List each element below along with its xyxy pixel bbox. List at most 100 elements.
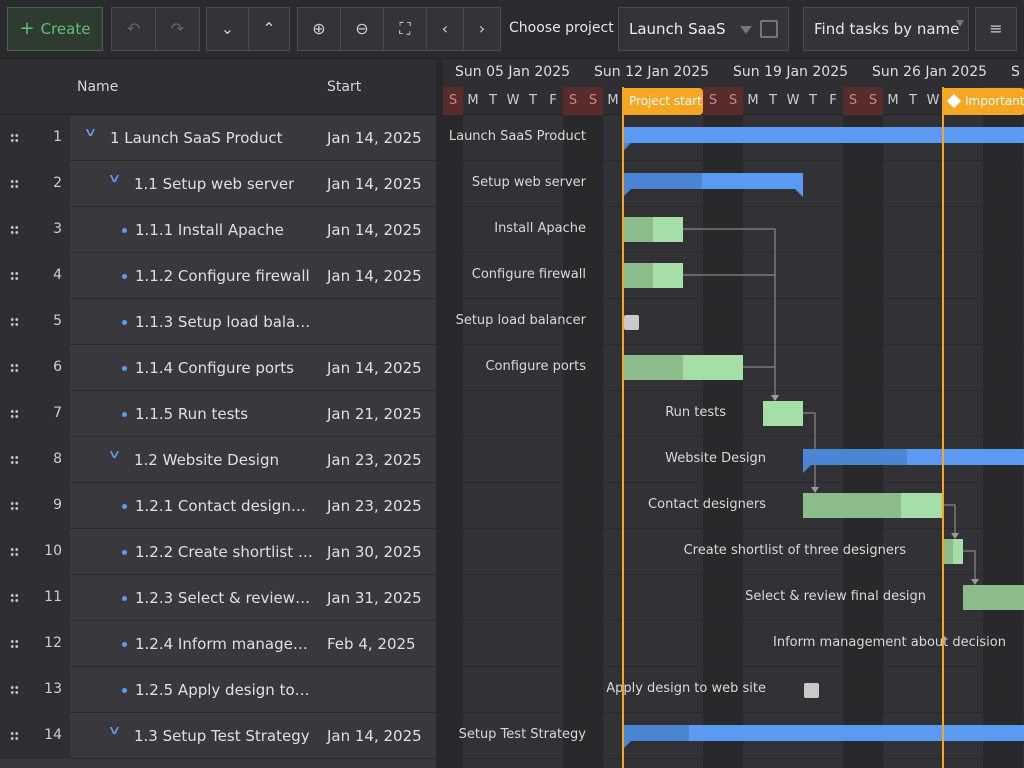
task-start-date[interactable]: Jan 23, 2025 [327, 497, 422, 515]
collapse-all-button[interactable]: ⌃ [248, 7, 290, 51]
task-bar[interactable] [623, 263, 683, 288]
drag-handle-icon[interactable] [10, 685, 19, 695]
chevron-down-icon[interactable]: ∨ [107, 723, 121, 737]
parent-task-bar[interactable] [803, 449, 1024, 473]
task-start-date[interactable]: Jan 14, 2025 [327, 129, 422, 147]
task-start-date[interactable]: Jan 14, 2025 [327, 359, 422, 377]
drag-handle-icon[interactable] [10, 501, 19, 511]
table-row[interactable]: 4 1.1.2 Configure firewall Jan 14, 2025 [0, 253, 436, 299]
drag-handle-icon[interactable] [10, 731, 19, 741]
task-bar[interactable] [623, 355, 743, 380]
task-name[interactable]: 1.1.3 Setup load balan… [135, 313, 314, 331]
time-range-flag[interactable]: Important [943, 88, 1024, 115]
task-name[interactable]: 1.2.1 Contact designers [135, 497, 314, 515]
task-bar[interactable] [623, 217, 683, 242]
parent-task-bar[interactable] [623, 173, 803, 197]
task-start-date[interactable]: Jan 14, 2025 [327, 267, 422, 285]
drag-handle-icon[interactable] [10, 547, 19, 557]
time-range-flag[interactable]: Project start [623, 88, 703, 115]
table-row[interactable]: 5 1.1.3 Setup load balan… [0, 299, 436, 345]
row-handle[interactable]: 9 [0, 483, 70, 529]
chevron-down-icon[interactable]: ∨ [83, 125, 97, 139]
table-row[interactable]: 12 1.2.4 Inform manage… Feb 4, 2025 [0, 621, 436, 667]
dependency-line[interactable] [963, 550, 976, 581]
table-row[interactable]: 9 1.2.1 Contact designers Jan 23, 2025 [0, 483, 436, 529]
task-name[interactable]: 1.1.5 Run tests [135, 405, 248, 423]
grid-splitter[interactable] [436, 59, 443, 768]
zoom-in-button[interactable]: ⊕ [297, 7, 341, 51]
task-start-date[interactable]: Jan 23, 2025 [327, 451, 422, 469]
column-header-start[interactable]: Start [327, 79, 361, 95]
table-row[interactable]: 2 ∨ 1.1 Setup web server Jan 14, 2025 [0, 161, 436, 207]
task-name[interactable]: 1.2.2 Create shortlist o… [135, 543, 314, 561]
table-row[interactable]: 1 ∨ 1 Launch SaaS Product Jan 14, 2025 [0, 115, 436, 161]
task-name[interactable]: 1.3 Setup Test Strategy [134, 727, 310, 745]
task-start-date[interactable]: Jan 14, 2025 [327, 175, 422, 193]
drag-handle-icon[interactable] [10, 271, 19, 281]
create-button[interactable]: + Create [7, 7, 103, 51]
undo-button[interactable]: ↶ [111, 7, 156, 51]
row-handle[interactable]: 14 [0, 713, 70, 759]
drag-handle-icon[interactable] [10, 363, 19, 373]
table-row[interactable]: 10 1.2.2 Create shortlist o… Jan 30, 2025 [0, 529, 436, 575]
row-handle[interactable]: 11 [0, 575, 70, 621]
task-start-date[interactable]: Jan 21, 2025 [327, 405, 422, 423]
dropdown-icon[interactable] [740, 26, 752, 34]
row-handle[interactable]: 5 [0, 299, 70, 345]
task-name[interactable]: 1.2.5 Apply design to … [135, 681, 314, 699]
zoom-to-fit-button[interactable]: ⛶ [383, 7, 427, 51]
chevron-down-icon[interactable]: ∨ [107, 447, 121, 461]
task-name[interactable]: 1.2.4 Inform manage… [135, 635, 308, 653]
task-name[interactable]: 1.1 Setup web server [134, 175, 294, 193]
calendar-icon[interactable] [624, 315, 639, 330]
parent-task-bar[interactable] [623, 127, 1024, 151]
expand-all-button[interactable]: ⌄ [206, 7, 249, 51]
table-row[interactable]: 13 1.2.5 Apply design to … [0, 667, 436, 713]
row-handle[interactable]: 2 [0, 161, 70, 207]
task-bar[interactable] [763, 401, 803, 426]
row-handle[interactable]: 6 [0, 345, 70, 391]
task-name[interactable]: 1 Launch SaaS Product [110, 129, 283, 147]
drag-handle-icon[interactable] [10, 593, 19, 603]
redo-button[interactable]: ↷ [155, 7, 200, 51]
task-start-date[interactable]: Feb 4, 2025 [327, 635, 416, 653]
drag-handle-icon[interactable] [10, 317, 19, 327]
task-start-date[interactable]: Jan 31, 2025 [327, 589, 422, 607]
chevron-down-icon[interactable]: ∨ [107, 171, 121, 185]
row-handle[interactable]: 12 [0, 621, 70, 667]
dependency-line[interactable] [943, 504, 956, 535]
task-name[interactable]: 1.2 Website Design [134, 451, 279, 469]
next-timespan-button[interactable]: › [463, 7, 501, 51]
row-handle[interactable]: 8 [0, 437, 70, 483]
table-row[interactable]: 7 1.1.5 Run tests Jan 21, 2025 [0, 391, 436, 437]
calendar-icon[interactable] [804, 683, 819, 698]
drag-handle-icon[interactable] [10, 409, 19, 419]
task-bar[interactable] [803, 493, 943, 518]
column-header-name[interactable]: Name [77, 79, 118, 95]
project-combo[interactable]: Launch SaaS [618, 7, 789, 51]
table-row[interactable]: 11 1.2.3 Select & review fi… Jan 31, 2025 [0, 575, 436, 621]
task-name[interactable]: 1.2.3 Select & review fi… [135, 589, 314, 607]
previous-timespan-button[interactable]: ‹ [426, 7, 464, 51]
drag-handle-icon[interactable] [10, 639, 19, 649]
task-name[interactable]: 1.1.1 Install Apache [135, 221, 284, 239]
task-search-input[interactable]: Find tasks by name [803, 7, 969, 51]
task-start-date[interactable]: Jan 30, 2025 [327, 543, 422, 561]
row-handle[interactable]: 1 [0, 115, 70, 161]
menu-button[interactable]: ≡ [975, 7, 1017, 51]
row-handle[interactable]: 4 [0, 253, 70, 299]
task-bar[interactable] [963, 585, 1024, 610]
table-row[interactable]: 14 ∨ 1.3 Setup Test Strategy Jan 14, 2025 [0, 713, 436, 759]
task-bar[interactable] [943, 539, 963, 564]
row-handle[interactable]: 13 [0, 667, 70, 713]
task-name[interactable]: 1.1.2 Configure firewall [135, 267, 310, 285]
zoom-out-button[interactable]: ⊖ [340, 7, 384, 51]
task-start-date[interactable]: Jan 14, 2025 [327, 727, 422, 745]
table-row[interactable]: 8 ∨ 1.2 Website Design Jan 23, 2025 [0, 437, 436, 483]
row-handle[interactable]: 10 [0, 529, 70, 575]
task-name[interactable]: 1.1.4 Configure ports [135, 359, 294, 377]
table-row[interactable]: 6 1.1.4 Configure ports Jan 14, 2025 [0, 345, 436, 391]
parent-task-bar[interactable] [623, 725, 1024, 749]
drag-handle-icon[interactable] [10, 455, 19, 465]
table-row[interactable]: 3 1.1.1 Install Apache Jan 14, 2025 [0, 207, 436, 253]
